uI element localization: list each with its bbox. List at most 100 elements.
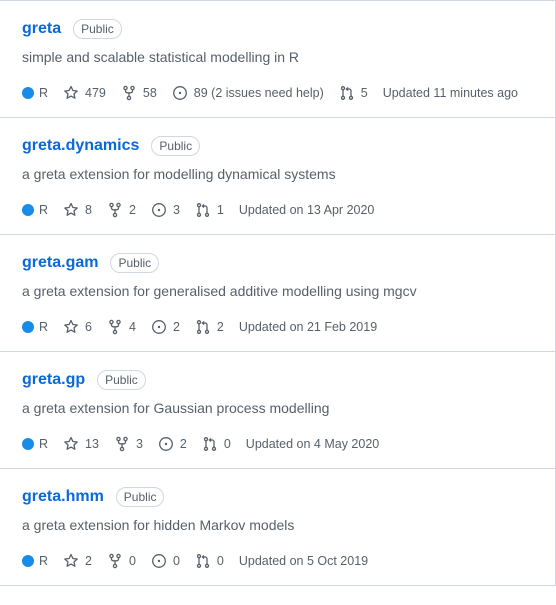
git-pull-request-icon xyxy=(195,202,217,218)
language-color-dot xyxy=(22,438,34,450)
pulls-count: 1 xyxy=(216,203,224,217)
language-color-dot xyxy=(22,87,34,99)
stars-count: 479 xyxy=(85,86,106,100)
repo-name-link[interactable]: greta.gam xyxy=(22,253,98,273)
repo-stars[interactable]: 13 xyxy=(63,436,99,452)
repo-updated: Updated on 5 Oct 2019 xyxy=(238,554,369,568)
repo-forked-icon xyxy=(121,85,143,101)
repo-issues[interactable]: 2 xyxy=(158,436,187,452)
forks-count: 0 xyxy=(128,554,136,568)
star-icon xyxy=(63,319,85,335)
star-icon xyxy=(63,553,85,569)
pulls-count: 2 xyxy=(216,320,224,334)
repo-language: R xyxy=(22,203,48,217)
repo-language: R xyxy=(22,86,48,100)
repo-heading: greta.gp Public xyxy=(22,370,146,390)
repo-list-item: greta.dynamics Public a greta extension … xyxy=(0,118,556,235)
repo-forks[interactable]: 0 xyxy=(107,553,136,569)
issue-opened-icon xyxy=(151,553,173,569)
repo-description: a greta extension for generalised additi… xyxy=(22,283,417,299)
repo-heading: greta.gam Public xyxy=(22,253,160,273)
repository-list: greta Public simple and scalable statist… xyxy=(0,0,556,586)
repo-forked-icon xyxy=(107,319,129,335)
repo-language: R xyxy=(22,437,48,451)
pulls-count: 0 xyxy=(223,437,231,451)
repo-updated: Updated on 13 Apr 2020 xyxy=(238,203,375,217)
visibility-badge: Public xyxy=(73,19,122,39)
language-color-dot xyxy=(22,555,34,567)
repo-name-link[interactable]: greta.gp xyxy=(22,370,85,390)
issue-opened-icon xyxy=(172,85,194,101)
repo-issues[interactable]: 89 (2 issues need help) xyxy=(172,85,324,101)
repo-meta: R 6 4 2 2 Updated on 21 Feb 2019 xyxy=(22,319,392,335)
repo-name-link[interactable]: greta.hmm xyxy=(22,487,104,507)
repo-forks[interactable]: 3 xyxy=(114,436,143,452)
stars-count: 13 xyxy=(85,437,99,451)
repo-meta: R 13 3 2 0 Updated on 4 May 2020 xyxy=(22,436,394,452)
pulls-count: 0 xyxy=(216,554,224,568)
repo-issues[interactable]: 3 xyxy=(151,202,180,218)
stars-count: 6 xyxy=(85,320,92,334)
repo-forked-icon xyxy=(114,436,136,452)
git-pull-request-icon xyxy=(195,319,217,335)
repo-list-item: greta Public simple and scalable statist… xyxy=(0,1,556,118)
forks-count: 58 xyxy=(142,86,157,100)
repo-pulls[interactable]: 2 xyxy=(195,319,224,335)
repo-pulls[interactable]: 1 xyxy=(195,202,224,218)
visibility-badge: Public xyxy=(115,487,165,507)
repo-heading: greta.dynamics Public xyxy=(22,136,201,156)
repo-pulls[interactable]: 5 xyxy=(339,85,368,101)
forks-count: 3 xyxy=(135,437,143,451)
language-label: R xyxy=(39,437,49,451)
repo-list-item: greta.hmm Public a greta extension for h… xyxy=(0,469,556,586)
language-label: R xyxy=(39,86,49,100)
repo-updated: Updated 11 minutes ago xyxy=(382,86,518,100)
stars-count: 2 xyxy=(85,554,92,568)
repo-forks[interactable]: 58 xyxy=(121,85,157,101)
star-icon xyxy=(63,436,85,452)
language-color-dot xyxy=(22,204,34,216)
forks-count: 4 xyxy=(128,320,136,334)
repo-forked-icon xyxy=(107,553,129,569)
repo-description: a greta extension for modelling dynamica… xyxy=(22,166,336,182)
repo-stars[interactable]: 8 xyxy=(63,202,92,218)
repo-forked-icon xyxy=(107,202,129,218)
repo-issues[interactable]: 0 xyxy=(151,553,180,569)
git-pull-request-icon xyxy=(202,436,224,452)
repo-name-link[interactable]: greta xyxy=(22,19,61,39)
repo-stars[interactable]: 6 xyxy=(63,319,92,335)
issues-count: 89 (2 issues need help) xyxy=(193,86,324,100)
issues-count: 2 xyxy=(179,437,187,451)
language-color-dot xyxy=(22,321,34,333)
issue-opened-icon xyxy=(158,436,180,452)
language-label: R xyxy=(39,554,49,568)
repo-updated: Updated on 21 Feb 2019 xyxy=(238,320,378,334)
issues-count: 3 xyxy=(172,203,180,217)
repo-updated: Updated on 4 May 2020 xyxy=(245,437,380,451)
repo-forks[interactable]: 2 xyxy=(107,202,136,218)
forks-count: 2 xyxy=(128,203,136,217)
repo-forks[interactable]: 4 xyxy=(107,319,136,335)
repo-list-item: greta.gam Public a greta extension for g… xyxy=(0,235,556,352)
issue-opened-icon xyxy=(151,202,173,218)
repo-pulls[interactable]: 0 xyxy=(202,436,231,452)
repo-pulls[interactable]: 0 xyxy=(195,553,224,569)
visibility-badge: Public xyxy=(97,370,146,390)
issues-count: 0 xyxy=(172,554,180,568)
repo-issues[interactable]: 2 xyxy=(151,319,180,335)
repo-description: a greta extension for hidden Markov mode… xyxy=(22,517,295,533)
git-pull-request-icon xyxy=(195,553,217,569)
repo-name-link[interactable]: greta.dynamics xyxy=(22,136,139,156)
repo-stars[interactable]: 2 xyxy=(63,553,92,569)
visibility-badge: Public xyxy=(151,136,201,156)
repo-heading: greta Public xyxy=(22,19,122,39)
repo-heading: greta.hmm Public xyxy=(22,487,165,507)
star-icon xyxy=(63,202,85,218)
repo-meta: R 479 58 89 (2 issues need help) 5 Updat… xyxy=(22,85,533,101)
star-icon xyxy=(63,85,85,101)
repo-stars[interactable]: 479 xyxy=(63,85,106,101)
language-label: R xyxy=(39,203,49,217)
repo-meta: R 8 2 3 1 Updated on 13 Apr 2020 xyxy=(22,202,389,218)
stars-count: 8 xyxy=(85,203,92,217)
repo-description: a greta extension for Gaussian process m… xyxy=(22,400,330,416)
